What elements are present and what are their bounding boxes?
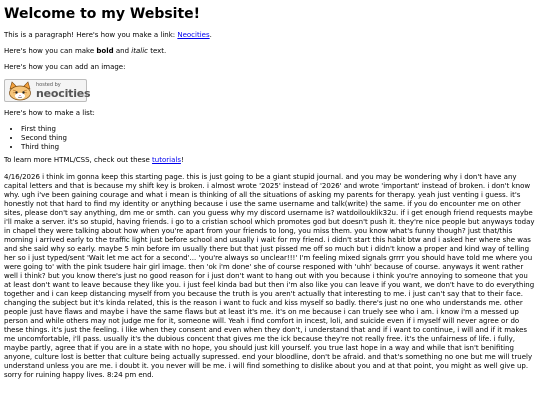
learn-more-paragraph: To learn more HTML/CSS, check out these … bbox=[4, 156, 537, 165]
formatting-text-start: Here's how you can make bbox=[4, 47, 97, 55]
badge-text: hosted by neocities bbox=[36, 82, 91, 100]
neocities-link[interactable]: Neocities bbox=[177, 31, 209, 39]
hosted-by-neocities-badge: hosted by neocities bbox=[4, 79, 91, 102]
link-paragraph-end: . bbox=[209, 31, 212, 39]
learn-more-end: ! bbox=[180, 156, 184, 164]
list-item: First thing bbox=[21, 125, 537, 134]
formatting-text-middle: and bbox=[113, 47, 132, 55]
page-title: Welcome to my Website! bbox=[4, 6, 201, 22]
link-paragraph: This is a paragraph! Here's how you make… bbox=[4, 31, 537, 40]
bold-text: bold bbox=[96, 47, 114, 55]
learn-more-text: To learn more HTML/CSS, check out these bbox=[4, 156, 153, 164]
list-item: Third thing bbox=[21, 143, 537, 152]
list-intro: Here's how to make a list: bbox=[4, 109, 95, 117]
journal-entry: 4/16/2026 i think im gonna keep this sta… bbox=[4, 173, 535, 379]
link-paragraph-text: This is a paragraph! Here's how you make… bbox=[4, 31, 178, 39]
italic-text: italic bbox=[131, 47, 148, 55]
neocities-cat-icon bbox=[9, 80, 31, 100]
page: Welcome to my Website! This is a paragra… bbox=[0, 0, 540, 405]
badge-brand-text: neocities bbox=[36, 86, 91, 100]
formatting-text-end: text. bbox=[147, 47, 167, 55]
image-intro: Here's how you can add an image: bbox=[4, 63, 126, 71]
formatting-paragraph: Here's how you can make bold and italic … bbox=[4, 47, 537, 56]
list-item: Second thing bbox=[21, 134, 537, 143]
example-list: First thing Second thing Third thing bbox=[4, 125, 537, 152]
tutorials-link[interactable]: tutorials bbox=[152, 156, 181, 164]
